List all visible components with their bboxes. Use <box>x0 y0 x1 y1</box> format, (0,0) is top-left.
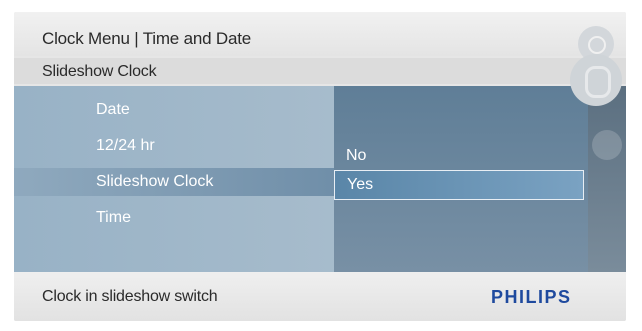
menu-button-icon <box>592 130 622 160</box>
photo-frame-screen: Clock Menu | Time and Date Slideshow Clo… <box>14 12 626 321</box>
brand-logo: PHILIPS <box>491 287 572 307</box>
page-title: Clock Menu | Time and Date <box>42 29 251 48</box>
menu-item-label: Date <box>96 101 130 118</box>
clock-menu-list: Date 12/24 hr Slideshow Clock Time <box>14 86 342 272</box>
option-no[interactable]: No <box>334 142 582 170</box>
menu-item-time[interactable]: Time <box>14 204 342 232</box>
help-text: Clock in slideshow switch <box>42 288 218 305</box>
menu-subheader: Slideshow Clock <box>14 58 626 84</box>
menu-item-label: Slideshow Clock <box>96 173 214 190</box>
menu-item-12-24-hr[interactable]: 12/24 hr <box>14 132 342 160</box>
menu-item-label: 12/24 hr <box>96 137 155 154</box>
menu-item-date[interactable]: Date <box>14 96 342 124</box>
option-label: No <box>346 147 367 164</box>
option-list: No Yes <box>334 86 588 272</box>
option-label: Yes <box>347 176 374 193</box>
section-title: Slideshow Clock <box>42 63 157 80</box>
menu-item-label: Time <box>96 209 131 226</box>
menu-panel: Date 12/24 hr Slideshow Clock Time No Ye… <box>14 86 626 272</box>
option-yes[interactable]: Yes <box>334 170 584 200</box>
menu-item-slideshow-clock[interactable]: Slideshow Clock <box>14 168 342 196</box>
menu-header: Clock Menu | Time and Date <box>14 12 626 56</box>
status-footer: Clock in slideshow switch PHILIPS <box>14 272 626 321</box>
side-control-strip <box>588 86 626 272</box>
navigation-pad-icon <box>570 54 622 106</box>
